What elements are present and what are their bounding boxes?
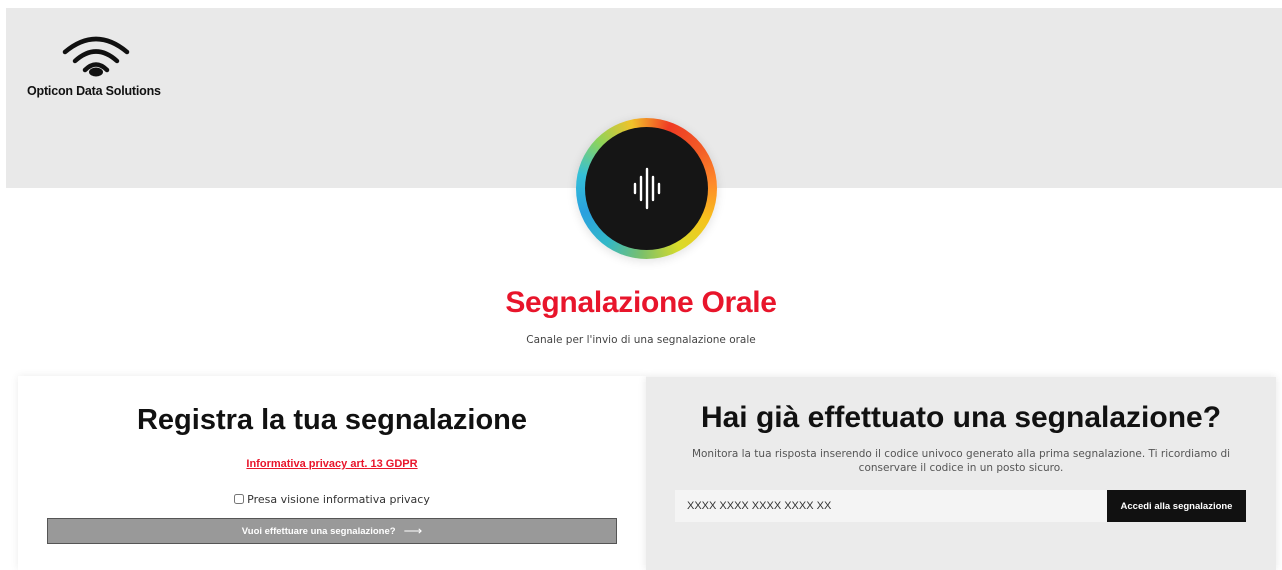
register-report-card: Registra la tua segnalazione Informativa… [18, 376, 646, 570]
privacy-policy-link[interactable]: Informativa privacy art. 13 GDPR [18, 458, 646, 470]
privacy-consent-checkbox[interactable] [234, 494, 245, 504]
existing-report-card: Hai già effettuato una segnalazione? Mon… [646, 377, 1276, 570]
voice-avatar-inner [585, 127, 708, 250]
monitor-description: Monitora la tua risposta inserendo il co… [691, 448, 1231, 474]
voice-avatar [576, 118, 717, 259]
arrow-right-icon: ⟶ [403, 523, 423, 538]
access-report-button[interactable]: Accedi alla segnalazione [1107, 490, 1246, 522]
wifi-signal-icon [62, 36, 130, 77]
report-code-input[interactable] [675, 490, 1107, 522]
existing-report-heading: Hai già effettuato una segnalazione? [700, 401, 1222, 434]
brand-logo[interactable]: Opticon Data Solutions [26, 30, 186, 100]
page-title: Segnalazione Orale [505, 286, 777, 319]
voice-waveform-icon [633, 167, 661, 210]
privacy-consent-label: Presa visione informativa privacy [247, 493, 430, 506]
brand-name: Opticon Data Solutions [27, 84, 161, 98]
register-heading: Registra la tua segnalazione [136, 404, 527, 436]
start-report-label: Vuoi effettuare una segnalazione? [241, 525, 396, 537]
start-report-button[interactable]: Vuoi effettuare una segnalazione? ⟶ [47, 518, 617, 544]
privacy-consent-row[interactable]: Presa visione informativa privacy [18, 493, 646, 506]
page-subtitle: Canale per l'invio di una segnalazione o… [526, 334, 756, 346]
